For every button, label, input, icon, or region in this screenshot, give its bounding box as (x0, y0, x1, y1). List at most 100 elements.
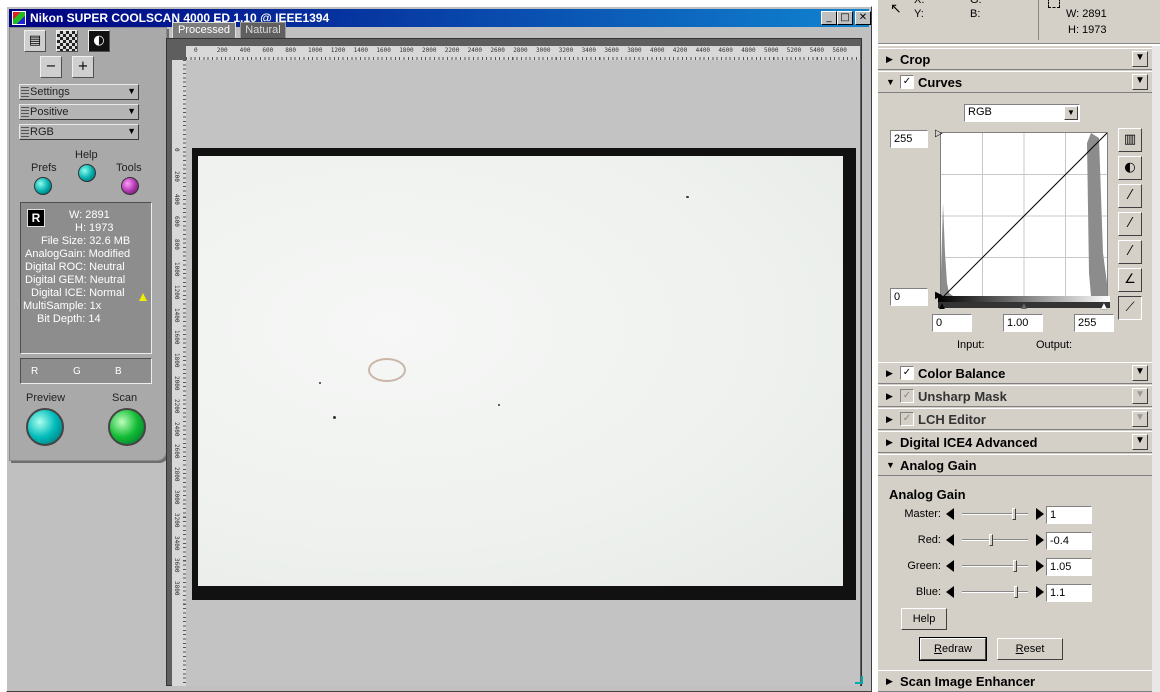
blue-decrease-icon[interactable] (946, 586, 954, 598)
eject-icon[interactable]: ▤ (24, 30, 46, 52)
input-black-slider-icon[interactable]: ▲ (937, 301, 947, 312)
ruler-tick-label: 1800 (399, 47, 414, 54)
ruler-tick-label: 4600 (718, 47, 733, 54)
green-decrease-icon[interactable] (946, 560, 954, 572)
red-slider-thumb[interactable] (989, 534, 994, 546)
master-slider-thumb[interactable] (1011, 508, 1016, 520)
curves-channel-value: RGB (968, 106, 992, 118)
red-slider[interactable] (962, 539, 1028, 541)
draw-curve-icon[interactable]: ∠ (1118, 268, 1142, 292)
right-panel-scrollbar[interactable] (1152, 46, 1160, 692)
thumbnail-icon[interactable] (56, 30, 78, 52)
output-max-field[interactable]: 255 (890, 130, 928, 148)
cursor-arrow-icon: ↖ (890, 0, 902, 16)
green-slider-thumb[interactable] (1012, 560, 1017, 572)
input-white-field[interactable]: 255 (1074, 314, 1114, 332)
info-file-size: File Size: 32.6 MB (41, 235, 131, 247)
red-increase-icon[interactable] (1036, 534, 1044, 546)
curves-svg (940, 132, 1108, 300)
minimize-button[interactable]: _ (821, 11, 837, 25)
info-bit-depth: Bit Depth: 14 (37, 313, 101, 325)
black-eyedropper-icon[interactable]: ⁄ (1118, 240, 1142, 264)
green-increase-icon[interactable] (1036, 560, 1044, 572)
scan-button[interactable] (108, 408, 146, 446)
green-gain-field[interactable]: 1.05 (1046, 558, 1092, 576)
tools-button[interactable] (121, 177, 139, 195)
maximize-button[interactable]: □ (837, 11, 853, 25)
ruler-tick-label: 3000 (173, 490, 180, 505)
contrast-icon[interactable]: ◐ (88, 30, 110, 52)
output-min-slider-icon[interactable]: ▶ (935, 290, 943, 301)
dust-spot (319, 382, 321, 384)
section-menu-icon[interactable]: ▼ (1132, 74, 1148, 90)
section-crop[interactable]: ▶ Crop ▼ (878, 48, 1152, 70)
curves-channel-select[interactable]: RGB ▼ (964, 104, 1080, 122)
edit-curve-icon[interactable]: ⟋ (1118, 296, 1142, 320)
collapse-arrow-icon[interactable]: ▼ (886, 77, 895, 87)
film-type-dropdown[interactable]: Positive ▼ (19, 104, 139, 120)
preview-label: Preview (26, 392, 66, 404)
ruler-tick-label: 1200 (330, 47, 346, 54)
red-gain-field[interactable]: -0.4 (1046, 532, 1092, 550)
settings-dropdown[interactable]: Settings ▼ (19, 84, 139, 100)
readout-x-label: X: (914, 0, 925, 6)
ruler-tick-label: 2200 (173, 398, 180, 414)
master-decrease-icon[interactable] (946, 508, 954, 520)
tab-processed[interactable]: Processed (172, 22, 236, 38)
blue-slider-thumb[interactable] (1014, 586, 1019, 598)
blue-label: Blue: (915, 586, 941, 598)
zoom-out-icon[interactable]: − (40, 56, 62, 78)
blue-slider[interactable] (962, 591, 1028, 593)
output-min-field[interactable]: 0 (890, 288, 928, 306)
ruler-tick-label: 1200 (173, 284, 180, 300)
red-decrease-icon[interactable] (946, 534, 954, 546)
help-button[interactable] (78, 164, 96, 182)
green-slider[interactable] (962, 565, 1028, 567)
warning-icon (139, 293, 147, 301)
prefs-button[interactable] (34, 177, 52, 195)
ruler-tick-label: 1000 (173, 262, 180, 277)
analog-gain-help-button[interactable]: Help (901, 608, 947, 630)
input-white-slider-icon[interactable]: ▲ (1099, 301, 1109, 312)
image-badge: R (27, 209, 45, 227)
input-label: Input: (957, 339, 985, 351)
gray-eyedropper-icon[interactable]: ⁄ (1118, 212, 1142, 236)
ruler-tick-label: 1800 (173, 353, 180, 368)
blue-increase-icon[interactable] (1036, 586, 1044, 598)
auto-contrast-icon[interactable]: ◐ (1118, 156, 1142, 180)
title-bar[interactable]: Nikon SUPER COOLSCAN 4000 ED 1.10 @ IEEE… (9, 9, 871, 27)
input-black-field[interactable]: 0 (932, 314, 972, 332)
info-height: H: 1973 (75, 222, 114, 234)
scan-label: Scan (112, 392, 138, 404)
gamma-slider-icon[interactable]: ▲ (1019, 301, 1029, 312)
redraw-button[interactable]: Redraw (919, 637, 987, 661)
white-eyedropper-icon[interactable]: ⁄ (1118, 184, 1142, 208)
zoom-in-icon[interactable]: + (72, 56, 94, 78)
color-mode-dropdown[interactable]: RGB ▼ (19, 124, 139, 140)
tab-natural[interactable]: Natural (240, 22, 286, 38)
histogram-icon[interactable]: ▥ (1118, 128, 1142, 152)
gamma-field[interactable]: 1.00 (1003, 314, 1043, 332)
dust-spot (368, 358, 406, 382)
master-gain-field[interactable]: 1 (1046, 506, 1092, 524)
scanned-image[interactable] (198, 156, 843, 586)
curves-checkbox[interactable]: ✓ (900, 75, 914, 89)
output-max-slider-icon[interactable]: ▷ (935, 128, 943, 139)
resize-grip-icon[interactable] (855, 676, 863, 684)
ruler-tick-label: 4400 (695, 47, 711, 54)
master-slider[interactable] (962, 513, 1028, 515)
blue-gain-field[interactable]: 1.1 (1046, 584, 1092, 602)
expand-arrow-icon[interactable]: ▶ (886, 54, 893, 65)
ruler-tick-label: 2800 (173, 467, 180, 482)
close-button[interactable]: ✕ (855, 11, 871, 25)
ruler-tick-label: 3200 (173, 512, 180, 528)
master-increase-icon[interactable] (1036, 508, 1044, 520)
channel-g: G (73, 366, 81, 377)
dropdown-arrow-icon[interactable]: ▼ (1064, 106, 1078, 120)
curves-graph[interactable] (940, 132, 1108, 300)
preview-button[interactable] (26, 408, 64, 446)
reset-button[interactable]: Reset (997, 638, 1063, 660)
section-curves[interactable]: ▼ ✓ Curves ▼ (878, 71, 1152, 93)
section-menu-icon[interactable]: ▼ (1132, 51, 1148, 67)
film-sprocket-notch (843, 160, 855, 248)
